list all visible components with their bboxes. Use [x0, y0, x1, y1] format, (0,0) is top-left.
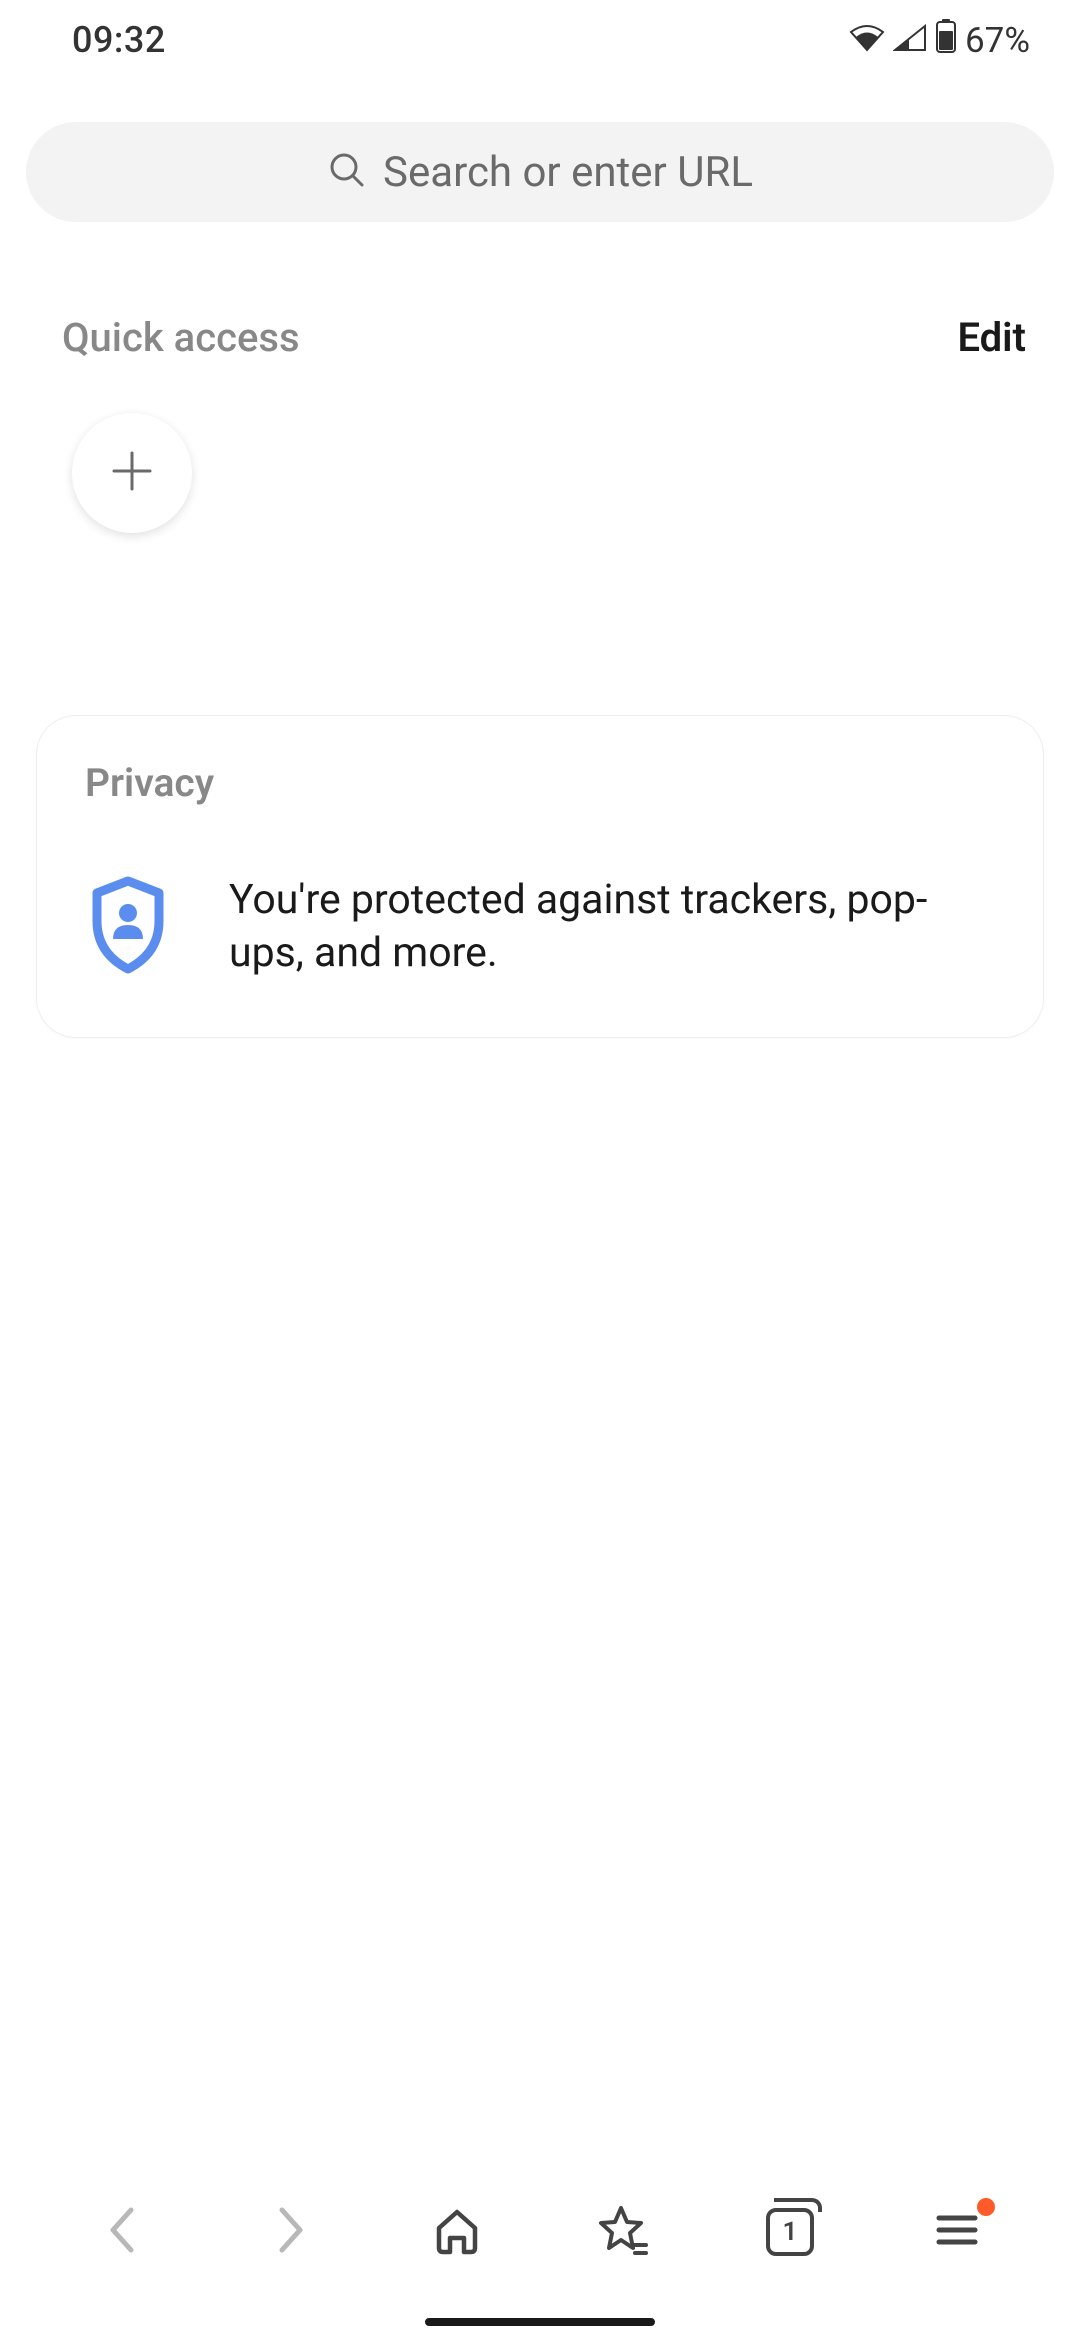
search-placeholder: Search or enter URL [383, 148, 753, 197]
edit-button[interactable]: Edit [957, 314, 1026, 361]
battery-percentage: 67% [965, 20, 1030, 61]
privacy-message: You're protected against trackers, pop-u… [229, 874, 995, 981]
plus-icon [104, 443, 160, 503]
status-bar: 09:32 67% [0, 0, 1080, 80]
home-button[interactable] [417, 2192, 497, 2272]
add-quick-access-button[interactable] [72, 413, 192, 533]
back-button[interactable] [83, 2192, 163, 2272]
shield-person-icon [85, 875, 171, 979]
bookmarks-button[interactable] [583, 2192, 663, 2272]
quick-access-title: Quick access [62, 314, 300, 361]
signal-icon [893, 19, 927, 61]
home-icon [431, 2204, 483, 2260]
quick-access-header: Quick access Edit [0, 314, 1080, 361]
status-indicators: 67% [849, 19, 1030, 62]
forward-button[interactable] [250, 2192, 330, 2272]
privacy-row: You're protected against trackers, pop-u… [85, 874, 995, 981]
tabs-button[interactable]: 1 [750, 2192, 830, 2272]
search-icon [327, 150, 367, 194]
battery-icon [935, 19, 957, 62]
status-time: 09:32 [72, 19, 166, 61]
search-bar[interactable]: Search or enter URL [26, 122, 1054, 222]
star-icon [595, 2202, 651, 2262]
chevron-left-icon [103, 2202, 143, 2262]
wifi-icon [849, 19, 885, 61]
privacy-card[interactable]: Privacy You're protected against tracker… [36, 715, 1044, 1038]
quick-access-grid [0, 361, 1080, 533]
bottom-nav: 1 [0, 2160, 1080, 2340]
tabs-count: 1 [766, 2208, 814, 2256]
notification-badge [977, 2198, 995, 2216]
hamburger-icon [933, 2210, 981, 2254]
chevron-right-icon [270, 2202, 310, 2262]
menu-button[interactable] [917, 2192, 997, 2272]
gesture-bar [425, 2318, 655, 2326]
privacy-card-title: Privacy [85, 760, 995, 806]
